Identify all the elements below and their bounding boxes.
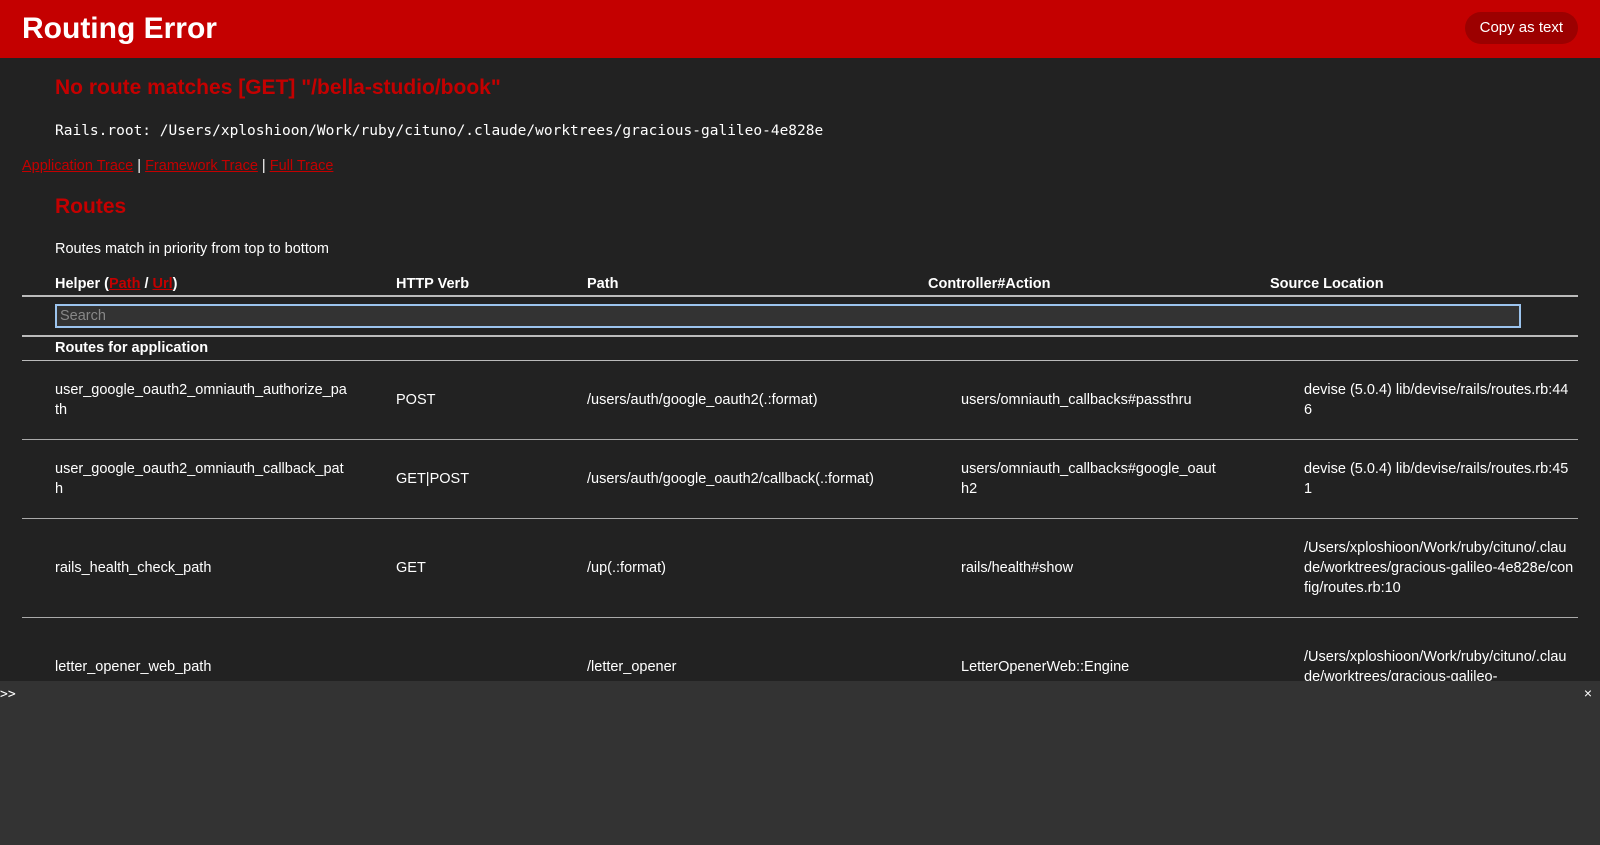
application-trace-link[interactable]: Application Trace [22,158,133,174]
routes-table: Helper (Path / Url) HTTP Verb Path Contr… [22,268,1578,716]
copy-as-text-button[interactable]: Copy as text [1464,12,1578,44]
helper-header-label: Helper ( [55,276,109,292]
table-row: rails_health_check_path GET /up(.:format… [22,519,1578,618]
controller-action: users/omniauth_callbacks#passthru [961,392,1192,408]
error-header: Routing Error Copy as text [0,0,1600,58]
close-icon[interactable]: × [1584,685,1592,701]
routes-title: Routes [55,195,127,218]
table-row: user_google_oauth2_omniauth_authorize_pa… [22,361,1578,440]
http-verb: GET|POST [396,471,470,487]
search-row [22,297,1578,337]
controller-action: users/omniauth_callbacks#google_oauth2 [961,461,1216,497]
rails-root: Rails.root: /Users/xploshioon/Work/ruby/… [55,123,824,139]
controller-action: LetterOpenerWeb::Engine [961,659,1130,675]
controller-action: rails/health#show [961,560,1074,576]
route-path: /users/auth/google_oauth2/callback(.:for… [587,471,874,487]
path-cell: /up(.:format) [587,519,882,617]
http-verb: GET [396,560,426,576]
path-cell: /users/auth/google_oauth2/callback(.:for… [587,440,882,518]
table-row: user_google_oauth2_omniauth_callback_pat… [22,440,1578,519]
source-cell: /Users/xploshioon/Work/ruby/cituno/.clau… [1304,519,1574,617]
search-input[interactable] [55,304,1521,328]
source-location: /Users/xploshioon/Work/ruby/cituno/.clau… [1304,540,1574,596]
helper-column-header: Helper (Path / Url) [55,276,178,292]
helper-name: user_google_oauth2_omniauth_authorize_pa… [55,382,347,418]
route-path: /up(.:format) [587,560,666,576]
controller-cell: users/omniauth_callbacks#google_oauth2 [961,440,1221,518]
helper-cell: rails_health_check_path [55,519,350,617]
helper-cell: user_google_oauth2_omniauth_callback_pat… [55,440,350,518]
verb-cell: GET [396,519,546,617]
routes-description: Routes match in priority from top to bot… [55,241,329,257]
path-cell: /users/auth/google_oauth2(.:format) [587,361,882,439]
controller-action-column-header: Controller#Action [928,276,1051,292]
source-cell: devise (5.0.4) lib/devise/rails/routes.r… [1304,440,1574,518]
full-trace-link[interactable]: Full Trace [270,158,334,174]
trace-separator: | [137,158,142,174]
trace-separator: | [261,158,266,174]
routes-table-header: Helper (Path / Url) HTTP Verb Path Contr… [22,268,1578,297]
console-prompt[interactable]: >> [0,687,16,702]
controller-cell: users/omniauth_callbacks#passthru [961,361,1221,439]
http-verb: POST [396,392,436,408]
routes-group-header: Routes for application [22,337,1578,361]
helper-name: rails_health_check_path [55,560,212,576]
helper-cell: user_google_oauth2_omniauth_authorize_pa… [55,361,350,439]
controller-cell: rails/health#show [961,519,1221,617]
routes-group-label: Routes for application [55,340,209,356]
trace-links: Application Trace | Framework Trace | Fu… [22,158,333,174]
framework-trace-link[interactable]: Framework Trace [145,158,258,174]
http-verb-column-header: HTTP Verb [396,276,470,292]
page-title: Routing Error [22,12,217,45]
source-location: devise (5.0.4) lib/devise/rails/routes.r… [1304,382,1569,418]
source-cell: devise (5.0.4) lib/devise/rails/routes.r… [1304,361,1574,439]
helper-path-link[interactable]: Path [109,276,140,292]
helper-header-suffix: ) [172,276,178,292]
helper-url-link[interactable]: Url [153,276,173,292]
route-path: /users/auth/google_oauth2(.:format) [587,392,818,408]
source-location-column-header: Source Location [1270,276,1384,292]
route-path: /letter_opener [587,659,677,675]
web-console[interactable]: >> × [0,681,1600,845]
error-message: No route matches [GET] "/bella-studio/bo… [55,76,501,99]
helper-header-separator: / [140,276,153,292]
verb-cell: POST [396,361,546,439]
helper-name: letter_opener_web_path [55,659,212,675]
path-column-header: Path [587,276,619,292]
source-location: devise (5.0.4) lib/devise/rails/routes.r… [1304,461,1569,497]
helper-name: user_google_oauth2_omniauth_callback_pat… [55,461,344,497]
verb-cell: GET|POST [396,440,546,518]
